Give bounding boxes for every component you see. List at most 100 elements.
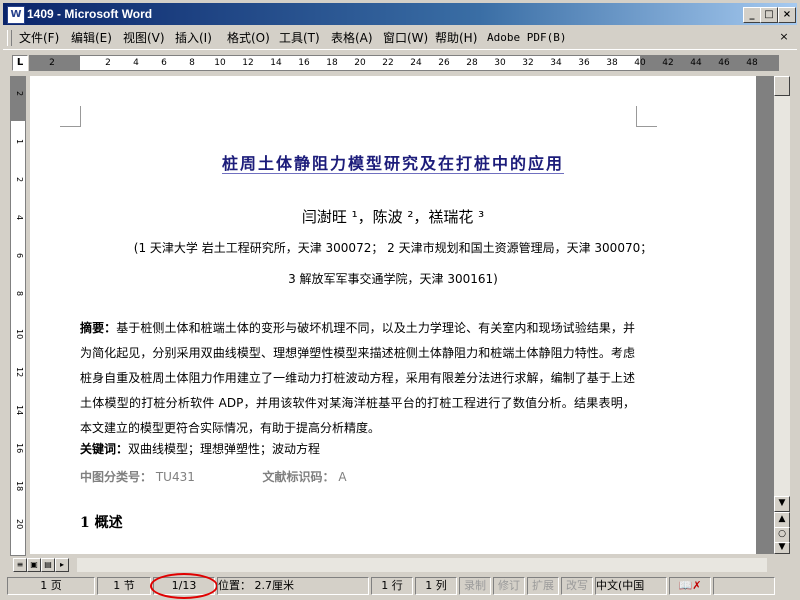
doccode-value: A: [338, 470, 347, 484]
minimize-button[interactable]: _: [743, 7, 761, 23]
keywords-text: 双曲线模型；理想弹塑性；波动方程: [128, 442, 321, 456]
status-line: 1 行: [371, 577, 413, 595]
ruler-tick-label: 14: [270, 58, 282, 68]
word-app-icon[interactable]: W: [7, 6, 25, 24]
print-layout-icon[interactable]: ▤: [41, 558, 55, 572]
title-bar: W 1409 - Microsoft Word _ □ ×: [3, 3, 797, 25]
abstract-paragraph: 摘要：基于桩侧土体和桩端土体的变形与破坏机理不同，以及土力学理论、有关室内和现场…: [80, 316, 635, 441]
menu-window[interactable]: 窗口(W): [381, 30, 430, 46]
ruler-tick-label: 42: [662, 58, 674, 68]
menubar-grip[interactable]: [7, 30, 12, 46]
class-value: TU431: [155, 470, 195, 484]
ruler-tick-label: 10: [214, 58, 226, 68]
abstract-label: 摘要：: [80, 321, 117, 335]
window-title: 1409 - Microsoft Word: [27, 7, 153, 21]
vertical-ruler[interactable]: 2 1 2 4 6 8 10 12 14 16 18 20: [10, 76, 26, 556]
crop-mark-top-right: [636, 106, 657, 127]
document-page[interactable]: 桩周土体静阻力模型研究及在打桩中的应用 闫澍旺 ¹，陈波 ²，禚瑞花 ³ (1 …: [30, 76, 756, 554]
menu-format[interactable]: 格式(O): [225, 30, 272, 46]
document-close-icon[interactable]: ×: [777, 31, 791, 43]
ruler-bar[interactable]: 2 2 4 6 8 10 12 14 16 18 20 22 24 26 28 30 32 34 36 38 40 42 4…: [29, 55, 779, 71]
ruler-tick-label: 8: [189, 58, 195, 68]
red-highlight-ellipse: [150, 573, 218, 599]
status-track-changes[interactable]: 修订: [493, 577, 525, 595]
vertical-ruler-tick-label: 8: [15, 291, 24, 297]
status-column: 1 列: [415, 577, 457, 595]
menu-bar: 文件(F) 编辑(E) 视图(V) 插入(I) 格式(O) 工具(T) 表格(A…: [3, 27, 797, 50]
ruler-tick-label: 2: [105, 58, 111, 68]
affiliation-line-2: 3 解放军军事交通学院，天津 300161): [288, 272, 498, 286]
status-record[interactable]: 录制: [459, 577, 491, 595]
horizontal-ruler: L 2 2 4 6 8 10 12 14 16 18 20 22 24 26 28 30 32 34 36 38 40 4…: [3, 53, 797, 73]
word-window: W 1409 - Microsoft Word _ □ × 文件(F) 编辑(E…: [0, 0, 800, 600]
menu-view[interactable]: 视图(V): [121, 30, 167, 46]
horizontal-scroll-track[interactable]: [77, 558, 767, 572]
previous-page-icon[interactable]: ▲: [774, 512, 790, 528]
left-margin-area: [30, 56, 80, 70]
ruler-tick-label: 32: [522, 58, 534, 68]
authors-line: 闫澍旺 ¹，陈波 ²，禚瑞花 ³: [301, 208, 485, 226]
crop-mark-top-left: [60, 106, 81, 127]
keywords-line: 关键词：双曲线模型；理想弹塑性；波动方程: [80, 440, 635, 457]
status-extend[interactable]: 扩展: [527, 577, 559, 595]
vertical-ruler-tick-label: 16: [15, 443, 24, 454]
close-button[interactable]: ×: [778, 7, 796, 23]
select-browse-object-icon[interactable]: ○: [774, 527, 790, 543]
ruler-tick-label: 2: [49, 58, 55, 68]
ruler-tick-label: 28: [466, 58, 478, 68]
next-page-icon[interactable]: ▼: [774, 542, 790, 554]
ruler-tick-label: 30: [494, 58, 506, 68]
top-margin-area: [11, 77, 25, 121]
ruler-tick-label: 6: [161, 58, 167, 68]
menu-insert[interactable]: 插入(I): [173, 30, 214, 46]
status-extra-field: [713, 577, 775, 595]
menu-table[interactable]: 表格(A): [329, 30, 375, 46]
vertical-ruler-tick-label: 14: [15, 405, 24, 416]
vertical-ruler-tick-label: 2: [15, 177, 24, 183]
menu-help[interactable]: 帮助(H): [433, 30, 479, 46]
spell-check-error-icon[interactable]: 📖✗: [669, 577, 711, 595]
ruler-tick-label: 12: [242, 58, 254, 68]
vertical-ruler-tick-label: 2: [15, 91, 24, 97]
right-margin-area: [640, 56, 778, 70]
tab-selector-button[interactable]: L: [12, 55, 28, 71]
ruler-tick-label: 20: [354, 58, 366, 68]
doccode-label: 文献标识码：: [262, 470, 335, 484]
menu-tools[interactable]: 工具(T): [277, 30, 322, 46]
vertical-scrollbar[interactable]: ▼ ▲ ○ ▼: [774, 76, 790, 554]
ruler-tick-label: 18: [326, 58, 338, 68]
menu-adobe-pdf[interactable]: Adobe PDF(B): [485, 30, 568, 46]
ruler-tick-label: 40: [634, 58, 646, 68]
status-section: 1 节: [97, 577, 151, 595]
abstract-text: 基于桩侧土体和桩端土体的变形与破坏机理不同，以及土力学理论、有关室内和现场试验结…: [80, 321, 635, 435]
normal-view-icon[interactable]: ≡: [13, 558, 27, 572]
ruler-tick-label: 44: [690, 58, 702, 68]
ruler-tick-label: 38: [606, 58, 618, 68]
section-heading: 1 概述: [80, 515, 123, 531]
menu-file[interactable]: 文件(F): [17, 30, 61, 46]
vertical-ruler-tick-label: 10: [15, 329, 24, 340]
menu-edit[interactable]: 编辑(E): [69, 30, 114, 46]
ruler-tick-label: 36: [578, 58, 590, 68]
status-page: 1 页: [7, 577, 95, 595]
ruler-tick-label: 16: [298, 58, 310, 68]
horizontal-scroll-area: ≡ ▣ ▤ ▸: [3, 556, 797, 574]
vertical-ruler-tick-label: 6: [15, 253, 24, 259]
vertical-scroll-thumb[interactable]: [774, 76, 790, 96]
ruler-tick-label: 34: [550, 58, 562, 68]
outline-view-icon[interactable]: ▸: [55, 558, 69, 572]
ruler-tick-label: 26: [438, 58, 450, 68]
affiliation-line-1: (1 天津大学 岩土工程研究所，天津 300072； 2 天津市规划和国土资源管…: [133, 241, 653, 255]
maximize-button[interactable]: □: [760, 7, 778, 23]
ruler-tick-label: 22: [382, 58, 394, 68]
vertical-ruler-tick-label: 1: [15, 139, 24, 145]
keywords-label: 关键词：: [80, 442, 129, 456]
vertical-ruler-tick-label: 12: [15, 367, 24, 378]
class-label: 中图分类号：: [80, 470, 153, 484]
status-overtype[interactable]: 改写: [561, 577, 593, 595]
vertical-ruler-tick-label: 18: [15, 481, 24, 492]
web-layout-icon[interactable]: ▣: [27, 558, 41, 572]
vertical-ruler-tick-label: 4: [15, 215, 24, 221]
scroll-down-icon[interactable]: ▼: [774, 496, 790, 512]
status-position: 位置： 2.7厘米: [217, 577, 369, 595]
